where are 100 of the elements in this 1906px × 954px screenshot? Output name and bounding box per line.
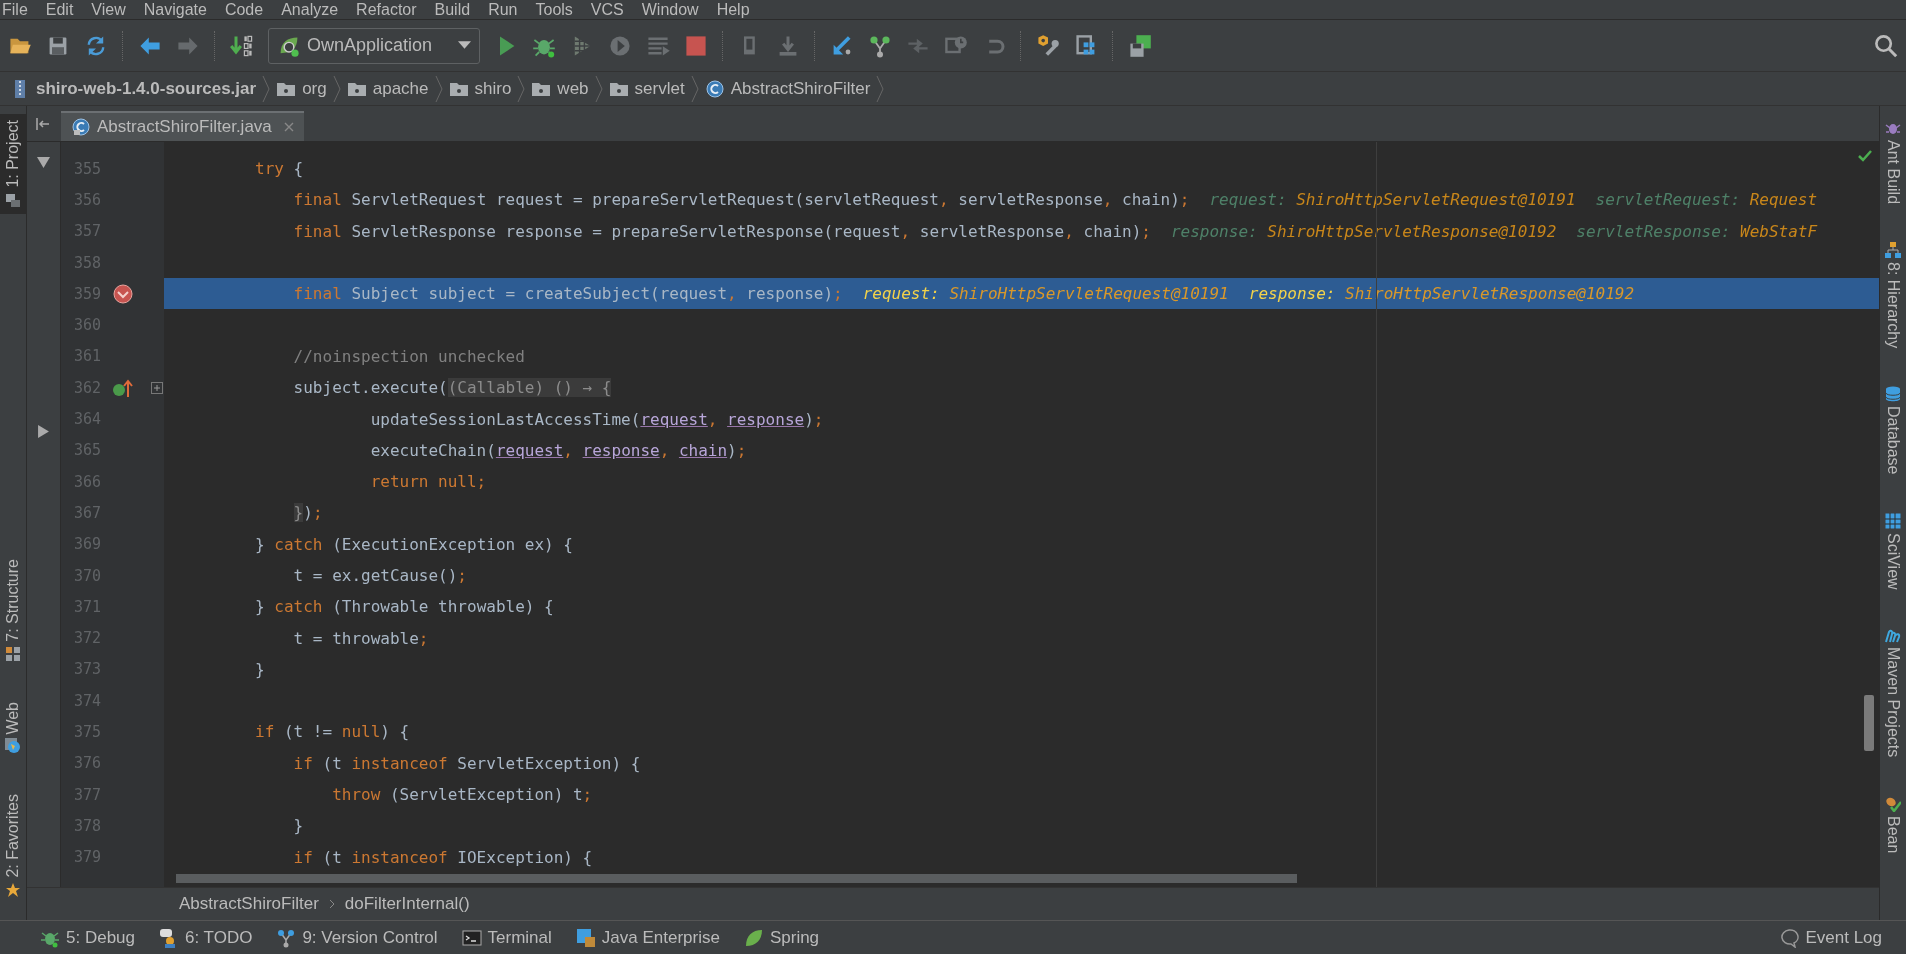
tool-window-button[interactable]: 7: Structure xyxy=(0,553,26,668)
tool-window-button[interactable]: 9: Version Control xyxy=(276,927,438,948)
menu-item[interactable]: Help xyxy=(716,0,750,19)
tool-window-button[interactable]: Ant Build xyxy=(1880,114,1906,211)
breadcrumb-item[interactable]: AbstractShiroFilter xyxy=(179,894,319,914)
settings-icon[interactable] xyxy=(1036,33,1060,58)
menu-item[interactable]: Run xyxy=(488,0,518,19)
hide-panel-icon[interactable] xyxy=(35,115,51,132)
menu-item[interactable]: View xyxy=(91,0,126,19)
branch-icon xyxy=(276,927,297,948)
menu-item[interactable]: VCS xyxy=(590,0,624,19)
navigation-crumb[interactable]: apache xyxy=(346,78,429,99)
code-line: final Subject subject = createSubject(request, response); xyxy=(293,284,843,304)
leaf-icon xyxy=(743,927,764,948)
tool-window-button[interactable]: SciView xyxy=(1880,506,1906,596)
profile-icon[interactable] xyxy=(608,33,632,58)
expand-icon[interactable] xyxy=(37,425,50,438)
code-line: } xyxy=(255,659,265,679)
chevron-icon xyxy=(876,74,885,103)
sort-down-icon[interactable] xyxy=(230,33,254,58)
collapse-icon[interactable] xyxy=(37,156,50,169)
star-icon xyxy=(5,882,21,898)
project-icon xyxy=(5,191,21,208)
scrollbar[interactable] xyxy=(1864,695,1874,751)
navigation-crumb[interactable]: org xyxy=(276,78,327,99)
chevron-icon xyxy=(594,74,603,103)
tool-window-button[interactable]: 1: Project xyxy=(0,114,26,214)
close-icon[interactable] xyxy=(283,122,294,132)
breakpoint-icon[interactable] xyxy=(112,283,134,304)
code-line: subject.execute((Callable) () → { xyxy=(293,378,612,398)
navigation-crumb[interactable]: shiro xyxy=(448,78,512,99)
caret-icon xyxy=(458,41,471,50)
code-line: t = ex.getCause(); xyxy=(293,566,467,585)
code-line: throw (ServletException) t; xyxy=(332,785,593,805)
tool-window-button[interactable]: 8: Hierarchy xyxy=(1880,236,1906,355)
menu-item[interactable]: Edit xyxy=(45,0,74,19)
menu-item[interactable]: Code xyxy=(224,0,264,19)
tool-window-button[interactable]: Spring xyxy=(743,927,820,948)
stop-icon[interactable] xyxy=(684,33,708,58)
code-line: try { xyxy=(255,159,304,179)
code-line: t = throwable; xyxy=(293,628,429,648)
chevron-icon xyxy=(328,899,335,909)
navigation-crumb[interactable]: shiro-web-1.4.0-sources.jar xyxy=(10,78,257,99)
bean-icon xyxy=(1885,795,1901,812)
menu-item[interactable]: Window xyxy=(641,0,699,19)
run-configuration-dropdown[interactable]: OwnApplication xyxy=(268,27,480,64)
code-line: //noinspection unchecked xyxy=(293,346,525,366)
database-icon xyxy=(1885,386,1901,403)
tool-window-button[interactable]: Maven Projects xyxy=(1880,621,1906,764)
inline-hint: request: ShiroHttpServletRequest@10191 xyxy=(862,284,1229,304)
speech-bubble-icon xyxy=(1779,927,1800,948)
tool-window-button[interactable]: Terminal xyxy=(461,927,552,948)
override-icon[interactable] xyxy=(112,377,134,398)
chevron-icon xyxy=(332,74,341,103)
tool-window-button[interactable]: Bean xyxy=(1880,789,1906,860)
code-line: } catch (ExecutionException ex) { xyxy=(255,534,573,554)
editor-tab[interactable]: AbstractShiroFilter.java xyxy=(61,111,304,141)
code-line: updateSessionLastAccessTime(request, response); xyxy=(370,409,824,429)
enterprise-icon xyxy=(575,927,596,948)
tool-window-button[interactable]: Database xyxy=(1880,380,1906,481)
breadcrumb-item[interactable]: doFilterInternal() xyxy=(344,894,470,914)
deploy-icon[interactable] xyxy=(1128,33,1152,58)
class-icon xyxy=(704,78,725,99)
code-line: if (t instanceof IOException) { xyxy=(293,847,593,867)
code-line: if (t != null) { xyxy=(255,722,410,742)
tool-window-button[interactable]: 6: TODO xyxy=(159,927,253,948)
menu-item[interactable]: Tools xyxy=(535,0,573,19)
inline-hint: request: ShiroHttpServletRequest@10191 xyxy=(1209,190,1576,210)
search-icon[interactable] xyxy=(1874,33,1898,58)
tool-window-button[interactable]: Web xyxy=(0,695,26,761)
navigation-crumb[interactable]: servlet xyxy=(608,78,685,99)
code-line: executeChain(request, response, chain); xyxy=(370,440,747,460)
terminal-icon xyxy=(461,927,482,948)
maven-icon xyxy=(1885,627,1901,644)
code-line: }); xyxy=(293,503,323,523)
class-icon xyxy=(71,117,91,137)
code-line: return null; xyxy=(370,472,487,492)
chevron-icon xyxy=(690,74,699,103)
tool-window-button[interactable]: Java Enterprise xyxy=(575,927,720,948)
menu-item[interactable]: Navigate xyxy=(143,0,207,19)
checkmark-icon xyxy=(1857,148,1873,164)
navigation-crumb[interactable]: web xyxy=(531,78,589,99)
tool-window-button[interactable]: 5: Debug xyxy=(40,927,135,948)
commit-icon[interactable] xyxy=(868,33,892,58)
fold-icon[interactable] xyxy=(151,381,163,394)
code-line: final ServletResponse response = prepareServletResponse(request, servletResponse, chain); xyxy=(293,221,1151,241)
menu-item[interactable]: Build xyxy=(434,0,471,19)
chevron-icon xyxy=(517,74,526,103)
inline-hint: servletResponse: WebStatF xyxy=(1576,221,1818,241)
menu-item[interactable]: Analyze xyxy=(281,0,339,19)
menu-item[interactable]: Refactor xyxy=(356,0,417,19)
hierarchy-icon xyxy=(1885,242,1901,259)
code-line: } catch (Throwable throwable) { xyxy=(255,597,554,617)
navigation-crumb[interactable]: AbstractShiroFilter xyxy=(704,78,871,99)
tool-window-button[interactable]: 2: Favorites xyxy=(0,788,26,904)
chevron-icon xyxy=(434,74,443,103)
menu-item[interactable]: File xyxy=(2,0,28,19)
event-log-button[interactable]: Event Log xyxy=(1779,927,1882,948)
scrollbar[interactable] xyxy=(176,874,1297,883)
code-line: } xyxy=(293,816,304,836)
